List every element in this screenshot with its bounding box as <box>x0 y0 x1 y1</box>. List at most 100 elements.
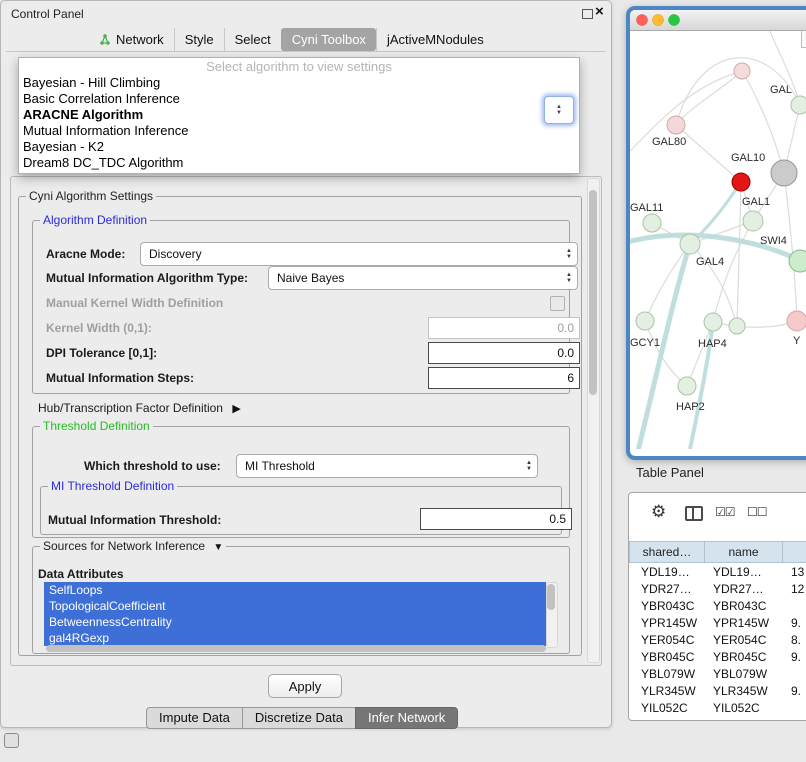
svg-text:GAL1: GAL1 <box>742 196 770 208</box>
empty-boxes-icon[interactable]: ☐☐ <box>747 505 767 519</box>
attributes-list: SelfLoops TopologicalCoefficient Between… <box>44 582 546 646</box>
attribute-item[interactable]: TopologicalCoefficient <box>44 598 546 614</box>
which-threshold-combobox[interactable]: MI Threshold ▲▼ <box>236 454 538 478</box>
node-swi4[interactable] <box>789 250 806 272</box>
network-graph: GAL GAL80 GAL10 GAL11 GAL1 SWI4 GAL4 GCY… <box>630 31 806 449</box>
popup-item[interactable]: Bayesian - K2 <box>19 139 579 155</box>
checked-boxes-icon[interactable]: ☑☑ <box>715 505 735 519</box>
column-header-name[interactable]: name <box>705 541 783 563</box>
network-icon <box>99 34 111 46</box>
svg-text:HAP2: HAP2 <box>676 401 705 413</box>
column-header-cut[interactable] <box>783 541 806 563</box>
svg-text:GCY1: GCY1 <box>630 337 660 349</box>
hub-definition-toggle[interactable]: Hub/Transcription Factor Definition ▶ <box>38 401 241 415</box>
algorithm-dropdown-popup: Select algorithm to view settings Bayesi… <box>18 57 580 174</box>
node-gal11[interactable] <box>643 214 661 232</box>
expand-right-icon: ▶ <box>232 402 240 415</box>
mi-type-combobox[interactable]: Naive Bayes ▲▼ <box>268 266 578 290</box>
birdseye-toggle[interactable] <box>801 31 806 48</box>
zoom-traffic-light[interactable] <box>669 15 680 26</box>
network-view-window: GAL GAL80 GAL10 GAL11 GAL1 SWI4 GAL4 GCY… <box>626 6 806 460</box>
popup-item[interactable]: Dream8 DC_TDC Algorithm <box>19 155 579 171</box>
collapsed-panel-button[interactable] <box>4 733 19 748</box>
attribute-item[interactable]: BetweennessCentrality <box>44 614 546 630</box>
tab-select[interactable]: Select <box>224 28 281 51</box>
tab-jactivemodules[interactable]: jActiveMNodules <box>376 28 494 51</box>
dpi-tolerance-label: DPI Tolerance [0,1]: <box>46 346 157 360</box>
dpi-tolerance-field[interactable]: 0.0 <box>428 342 580 364</box>
node-gal4[interactable] <box>680 234 700 254</box>
table-row[interactable]: YLR345WYLR345W9. <box>629 682 806 699</box>
table-header-row: shared… name <box>629 541 806 563</box>
node-gal1[interactable] <box>743 211 763 231</box>
kernel-width-field[interactable]: 0.0 <box>428 317 580 339</box>
mi-steps-field[interactable]: 6 <box>428 367 580 389</box>
group-title: MI Threshold Definition <box>48 479 177 493</box>
node-gray[interactable] <box>771 160 797 186</box>
node-gcy1[interactable] <box>636 312 654 330</box>
mi-steps-label: Mutual Information Steps: <box>46 371 194 385</box>
control-panel-tabbar: Network Style Select Cyni Toolbox jActiv… <box>89 28 494 51</box>
columns-icon[interactable] <box>685 506 703 521</box>
attribute-item[interactable]: gal4RGexp <box>44 630 546 646</box>
manual-kernel-label: Manual Kernel Width Definition <box>46 296 223 310</box>
node-y[interactable] <box>787 311 806 331</box>
popup-item[interactable]: Bayesian - Hill Climbing <box>19 75 579 91</box>
svg-text:GAL: GAL <box>770 84 792 96</box>
manual-kernel-checkbox[interactable] <box>550 296 565 311</box>
tab-discretize-data[interactable]: Discretize Data <box>242 707 356 729</box>
node-hap4[interactable] <box>704 313 722 331</box>
combobox-arrows-icon: ▲▼ <box>566 243 572 265</box>
node-hap2[interactable] <box>678 377 696 395</box>
svg-text:GAL4: GAL4 <box>696 256 724 268</box>
kernel-width-label: Kernel Width (0,1): <box>46 321 152 335</box>
tab-style[interactable]: Style <box>174 28 224 51</box>
settings-gear-icon[interactable]: ⚙ <box>651 503 666 520</box>
network-canvas[interactable]: GAL GAL80 GAL10 GAL11 GAL1 SWI4 GAL4 GCY… <box>630 31 806 449</box>
tab-infer-network[interactable]: Infer Network <box>355 707 458 729</box>
table-row[interactable]: YBR045CYBR045C9. <box>629 648 806 665</box>
node-gal10[interactable] <box>732 173 750 191</box>
table-row[interactable]: YIL052CYIL052C <box>629 699 806 716</box>
group-title: Cyni Algorithm Settings <box>26 189 156 203</box>
node-gal[interactable] <box>791 96 806 114</box>
settings-scrollbar-thumb[interactable] <box>589 190 597 395</box>
float-panel-icon[interactable] <box>582 9 593 19</box>
sources-toggle[interactable]: Sources for Network Inference ▼ <box>40 539 226 553</box>
attributes-scrollbar-thumb[interactable] <box>547 584 555 610</box>
algorithm-combobox-stepper[interactable]: ▲▼ <box>544 96 574 124</box>
tab-network[interactable]: Network <box>89 28 174 51</box>
svg-text:SWI4: SWI4 <box>760 235 787 247</box>
apply-button[interactable]: Apply <box>268 674 342 698</box>
popup-item[interactable]: Mutual Information Inference <box>19 123 579 139</box>
table-row[interactable]: YDR27…YDR27…12 <box>629 580 806 597</box>
svg-text:GAL10: GAL10 <box>731 152 765 164</box>
table-row[interactable]: YBL079WYBL079W <box>629 665 806 682</box>
table-panel-title: Table Panel <box>636 465 704 480</box>
network-window-titlebar[interactable] <box>630 10 806 31</box>
svg-text:GAL80: GAL80 <box>652 136 686 148</box>
close-icon[interactable]: × <box>595 5 604 19</box>
data-attributes-label: Data Attributes <box>38 567 124 581</box>
attribute-item[interactable]: SelfLoops <box>44 582 546 598</box>
aracne-mode-combobox[interactable]: Discovery ▲▼ <box>140 242 578 266</box>
table-row[interactable]: YBR043CYBR043C <box>629 597 806 614</box>
popup-item[interactable]: Basic Correlation Inference <box>19 91 579 107</box>
table-row[interactable]: YPR145WYPR145W9. <box>629 614 806 631</box>
mi-type-label: Mutual Information Algorithm Type: <box>46 271 248 285</box>
popup-item-selected[interactable]: ARACNE Algorithm <box>19 107 579 123</box>
tab-impute-data[interactable]: Impute Data <box>146 707 243 729</box>
table-row[interactable]: YDL19…YDL19…13 <box>629 563 806 580</box>
node[interactable] <box>729 318 745 334</box>
mi-threshold-field[interactable]: 0.5 <box>420 508 572 530</box>
node[interactable] <box>734 63 750 79</box>
tab-cyni-toolbox[interactable]: Cyni Toolbox <box>281 28 376 51</box>
minimize-traffic-light[interactable] <box>653 15 664 26</box>
table-row[interactable]: YER054CYER054C8. <box>629 631 806 648</box>
close-traffic-light[interactable] <box>637 15 648 26</box>
tabbar-divider <box>6 51 606 52</box>
popup-prompt: Select algorithm to view settings <box>19 59 579 75</box>
column-header-shared-name[interactable]: shared… <box>629 541 705 563</box>
attributes-horizontal-scrollbar-thumb[interactable] <box>46 645 546 652</box>
node-gal80[interactable] <box>667 116 685 134</box>
